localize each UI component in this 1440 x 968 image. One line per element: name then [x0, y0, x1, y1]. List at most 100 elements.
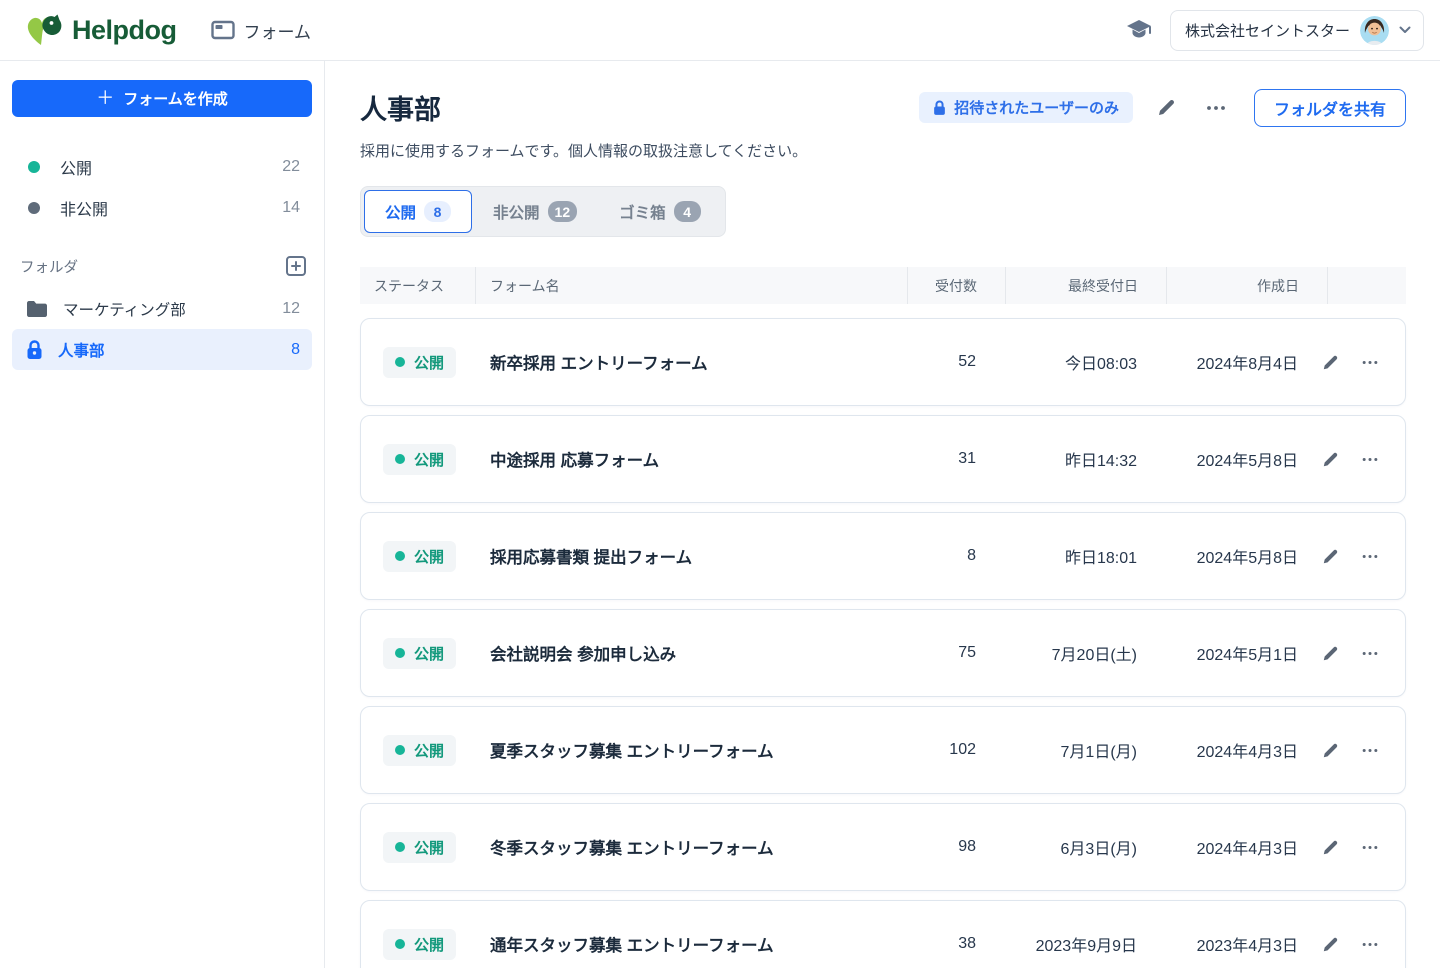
status-dot-icon	[395, 842, 405, 852]
table-header: ステータス フォーム名 受付数 最終受付日 作成日	[360, 267, 1406, 304]
edit-form-button[interactable]	[1318, 738, 1343, 763]
table-row[interactable]: 公開 中途採用 応募フォーム 31 昨日14:32 2024年5月8日	[360, 415, 1406, 503]
tab-label: ゴミ箱	[619, 201, 666, 223]
table-row[interactable]: 公開 新卒採用 エントリーフォーム 52 今日08:03 2024年8月4日	[360, 318, 1406, 406]
status-dot-icon	[395, 939, 405, 949]
tab-unpublished[interactable]: 非公開 12	[472, 190, 598, 233]
edit-form-button[interactable]	[1318, 932, 1343, 957]
logo-wordmark: Helpdog	[72, 15, 177, 46]
sidebar-item-unpublished[interactable]: 非公開 14	[12, 188, 312, 228]
status-badge: 公開	[383, 444, 456, 475]
status-dot-icon	[395, 357, 405, 367]
submission-count: 52	[906, 353, 1004, 371]
last-received-date: 7月1日(月)	[1004, 738, 1165, 762]
submission-count: 102	[906, 741, 1004, 759]
lock-icon	[933, 100, 946, 116]
col-status: ステータス	[360, 267, 475, 304]
form-name-link[interactable]: 夏季スタッフ募集 エントリーフォーム	[476, 738, 906, 762]
folders-section-title: フォルダ	[20, 256, 78, 277]
learning-icon[interactable]	[1124, 17, 1154, 43]
product-switcher[interactable]: フォーム	[211, 18, 312, 43]
row-more-button[interactable]	[1357, 744, 1383, 757]
lock-icon	[26, 340, 43, 360]
table-row[interactable]: 公開 冬季スタッフ募集 エントリーフォーム 98 6月3日(月) 2024年4月…	[360, 803, 1406, 891]
folder-description: 採用に使用するフォームです。個人情報の取扱注意してください。	[360, 140, 1406, 161]
status-label: 公開	[414, 740, 444, 761]
edit-form-button[interactable]	[1318, 641, 1343, 666]
status-badge: 公開	[383, 638, 456, 669]
edit-form-button[interactable]	[1318, 447, 1343, 472]
folder-count: 12	[282, 300, 300, 318]
row-more-button[interactable]	[1357, 647, 1383, 660]
row-more-button[interactable]	[1357, 356, 1383, 369]
col-form-name: フォーム名	[475, 267, 907, 304]
folder-label: マーケティング部	[63, 298, 186, 320]
tab-count-badge: 12	[548, 201, 578, 222]
helpdog-logo[interactable]: Helpdog	[24, 12, 177, 48]
table-row[interactable]: 公開 通年スタッフ募集 エントリーフォーム 38 2023年9月9日 2023年…	[360, 900, 1406, 968]
created-date: 2024年5月1日	[1165, 641, 1326, 665]
row-more-button[interactable]	[1357, 841, 1383, 854]
tab-trash[interactable]: ゴミ箱 4	[598, 190, 722, 233]
col-last-received: 最終受付日	[1005, 267, 1166, 304]
table-row[interactable]: 公開 会社説明会 参加申し込み 75 7月20日(土) 2024年5月1日	[360, 609, 1406, 697]
status-label: 公開	[414, 934, 444, 955]
sidebar: ＋ フォームを作成 公開 22 非公開 14 フォルダ	[0, 61, 325, 968]
status-dot-icon	[395, 745, 405, 755]
published-dot-icon	[28, 161, 40, 173]
edit-form-button[interactable]	[1318, 835, 1343, 860]
sidebar-item-label: 公開	[60, 155, 92, 179]
page-title: 人事部	[360, 88, 441, 127]
visibility-badge-label: 招待されたユーザーのみ	[954, 97, 1119, 118]
last-received-date: 昨日18:01	[1004, 544, 1165, 568]
row-more-button[interactable]	[1357, 550, 1383, 563]
tab-count-badge: 8	[424, 201, 451, 222]
status-badge: 公開	[383, 735, 456, 766]
helpdog-logo-icon	[24, 12, 64, 48]
tab-label: 非公開	[493, 201, 540, 223]
org-name: 株式会社セイントスター	[1185, 20, 1350, 41]
share-folder-button[interactable]: フォルダを共有	[1254, 89, 1406, 127]
form-name-link[interactable]: 通年スタッフ募集 エントリーフォーム	[476, 932, 906, 956]
chevron-down-icon	[1399, 26, 1411, 34]
submission-count: 98	[906, 838, 1004, 856]
form-name-link[interactable]: 会社説明会 参加申し込み	[476, 641, 906, 665]
submission-count: 38	[906, 935, 1004, 953]
status-badge: 公開	[383, 929, 456, 960]
status-badge: 公開	[383, 832, 456, 863]
main-content: 人事部 招待されたユーザーのみ フォルダを共有 採用に使用するフォーム	[325, 61, 1440, 968]
row-more-button[interactable]	[1357, 938, 1383, 951]
sidebar-item-published[interactable]: 公開 22	[12, 147, 312, 187]
form-name-link[interactable]: 冬季スタッフ募集 エントリーフォーム	[476, 835, 906, 859]
table-row[interactable]: 公開 採用応募書類 提出フォーム 8 昨日18:01 2024年5月8日	[360, 512, 1406, 600]
created-date: 2024年4月3日	[1165, 835, 1326, 859]
create-form-button[interactable]: ＋ フォームを作成	[12, 80, 312, 117]
col-created: 作成日	[1166, 267, 1327, 304]
edit-form-button[interactable]	[1318, 350, 1343, 375]
sidebar-folder-marketing[interactable]: マーケティング部 12	[12, 288, 312, 329]
sidebar-item-count: 14	[282, 199, 300, 217]
plus-icon: ＋	[96, 89, 114, 107]
form-list: 公開 新卒採用 エントリーフォーム 52 今日08:03 2024年8月4日 公…	[360, 318, 1406, 968]
submission-count: 31	[906, 450, 1004, 468]
status-badge: 公開	[383, 347, 456, 378]
form-name-link[interactable]: 採用応募書類 提出フォーム	[476, 544, 906, 568]
more-options-button[interactable]	[1200, 99, 1232, 117]
last-received-date: 昨日14:32	[1004, 447, 1165, 471]
created-date: 2024年4月3日	[1165, 738, 1326, 762]
row-more-button[interactable]	[1357, 453, 1383, 466]
sidebar-folder-hr[interactable]: 人事部 8	[12, 329, 312, 370]
form-name-link[interactable]: 新卒採用 エントリーフォーム	[476, 350, 906, 374]
edit-folder-button[interactable]	[1151, 92, 1182, 123]
submission-count: 8	[906, 547, 1004, 565]
tab-published[interactable]: 公開 8	[364, 190, 472, 233]
col-count: 受付数	[907, 267, 1005, 304]
visibility-badge: 招待されたユーザーのみ	[919, 92, 1133, 123]
edit-form-button[interactable]	[1318, 544, 1343, 569]
status-dot-icon	[395, 648, 405, 658]
form-name-link[interactable]: 中途採用 応募フォーム	[476, 447, 906, 471]
account-menu[interactable]: 株式会社セイントスター	[1170, 10, 1424, 51]
table-row[interactable]: 公開 夏季スタッフ募集 エントリーフォーム 102 7月1日(月) 2024年4…	[360, 706, 1406, 794]
add-folder-button[interactable]	[284, 254, 308, 278]
status-label: 公開	[414, 837, 444, 858]
